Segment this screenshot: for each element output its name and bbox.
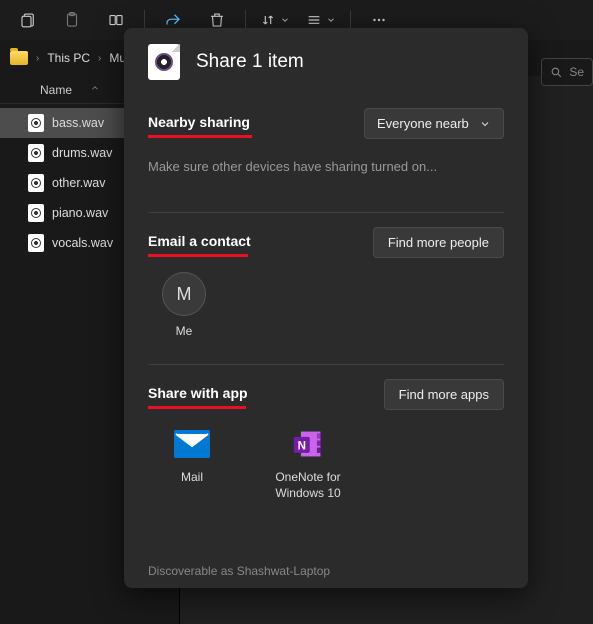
toolbar-separator — [144, 10, 145, 30]
onenote-icon: N — [290, 426, 326, 462]
avatar: M — [162, 272, 206, 316]
search-placeholder: Se — [569, 65, 584, 79]
audio-file-icon — [28, 204, 44, 222]
nearby-hint: Make sure other devices have sharing tur… — [148, 159, 504, 174]
chevron-down-icon — [479, 118, 491, 130]
audio-file-icon — [28, 144, 44, 162]
view-button[interactable] — [300, 12, 342, 28]
contacts-row: M Me — [148, 272, 504, 338]
audio-file-icon — [28, 174, 44, 192]
apps-row: Mail N OneNote for Windows 10 — [148, 426, 504, 501]
share-file-icon — [148, 44, 180, 80]
find-more-apps-button[interactable]: Find more apps — [384, 379, 504, 410]
audio-file-icon — [28, 114, 44, 132]
sort-button[interactable] — [254, 12, 296, 28]
divider — [148, 212, 504, 213]
nearby-visibility-dropdown[interactable]: Everyone nearb — [364, 108, 504, 139]
folder-icon — [10, 51, 28, 65]
file-name: other.wav — [52, 176, 106, 190]
discoverable-footer: Discoverable as Shashwat-Laptop — [148, 554, 504, 578]
chevron-right-icon: › — [34, 53, 41, 64]
underline-annotation — [148, 406, 246, 409]
file-name: vocals.wav — [52, 236, 113, 250]
share-header: Share 1 item — [148, 44, 504, 80]
chevron-right-icon: › — [96, 53, 103, 64]
email-heading: Email a contact — [148, 233, 251, 253]
file-name: piano.wav — [52, 206, 108, 220]
contact-me[interactable]: M Me — [148, 272, 220, 338]
app-onenote[interactable]: N OneNote for Windows 10 — [264, 426, 352, 501]
app-label: Mail — [181, 470, 203, 486]
nearby-heading: Nearby sharing — [148, 114, 250, 134]
underline-annotation — [148, 254, 248, 257]
app-mail[interactable]: Mail — [148, 426, 236, 501]
contact-label: Me — [176, 324, 193, 338]
toolbar-separator — [245, 10, 246, 30]
paste-icon[interactable] — [52, 4, 92, 36]
share-dialog: Share 1 item Nearby sharing Everyone nea… — [124, 28, 528, 588]
search-input[interactable]: Se — [541, 58, 593, 86]
apps-section: Share with app Find more apps Mail N One… — [148, 379, 504, 519]
file-name: bass.wav — [52, 116, 104, 130]
copy-icon[interactable] — [8, 4, 48, 36]
email-section: Email a contact Find more people M Me — [148, 227, 504, 356]
sort-indicator-icon — [90, 82, 100, 96]
find-more-people-button[interactable]: Find more people — [373, 227, 504, 258]
divider — [148, 364, 504, 365]
nearby-section: Nearby sharing Everyone nearb Make sure … — [148, 108, 504, 204]
mail-icon — [174, 426, 210, 462]
share-title: Share 1 item — [196, 51, 304, 73]
breadcrumb-root[interactable] — [4, 47, 34, 69]
file-name: drums.wav — [52, 146, 112, 160]
svg-text:N: N — [298, 440, 306, 452]
breadcrumb-this-pc[interactable]: This PC — [41, 47, 96, 69]
search-icon — [550, 66, 563, 79]
audio-file-icon — [28, 234, 44, 252]
toolbar-separator — [350, 10, 351, 30]
underline-annotation — [148, 135, 252, 138]
apps-heading: Share with app — [148, 385, 248, 405]
app-label: OneNote for Windows 10 — [264, 470, 352, 501]
